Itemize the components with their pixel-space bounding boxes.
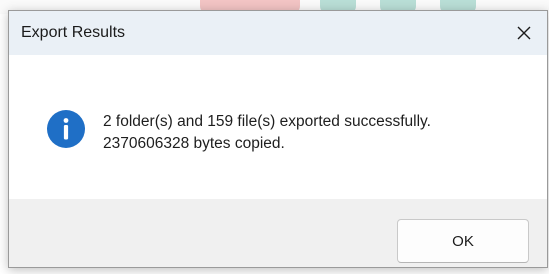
title-bar[interactable]: Export Results (9, 11, 547, 55)
info-icon (47, 110, 85, 148)
close-button[interactable] (501, 11, 547, 55)
close-icon (517, 26, 531, 40)
message-line-2: 2370606328 bytes copied. (103, 135, 285, 152)
dialog-title: Export Results (21, 24, 126, 41)
dialog-footer: OK (9, 199, 547, 267)
dialog-content: 2 folder(s) and 159 file(s) exported suc… (9, 55, 547, 199)
export-results-dialog: Export Results 2 folder(s) and 159 file(… (8, 10, 548, 268)
message-text: 2 folder(s) and 159 file(s) exported suc… (103, 111, 431, 155)
message-line-1: 2 folder(s) and 159 file(s) exported suc… (103, 113, 431, 130)
ok-button[interactable]: OK (397, 219, 529, 263)
